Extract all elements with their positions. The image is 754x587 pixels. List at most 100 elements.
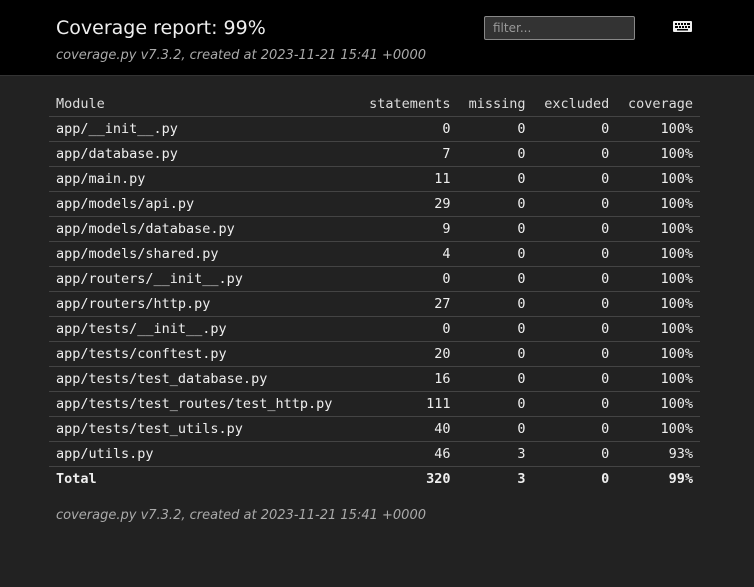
excluded-cell: 0 <box>532 391 617 417</box>
excluded-cell: 0 <box>532 416 617 442</box>
table-row[interactable]: app/tests/conftest.py 20 0 0 100% <box>49 341 700 367</box>
file-link[interactable]: app/main.py <box>49 166 357 192</box>
table-row[interactable]: app/tests/__init__.py 0 0 0 100% <box>49 316 700 342</box>
filter-input[interactable] <box>484 16 635 40</box>
file-link[interactable]: app/tests/conftest.py <box>49 341 357 367</box>
coverage-cell: 100% <box>616 191 700 217</box>
missing-cell: 0 <box>457 316 533 342</box>
file-link[interactable]: app/routers/http.py <box>49 291 357 317</box>
column-header-statements[interactable]: statements <box>356 92 458 117</box>
statements-cell: 29 <box>356 191 458 217</box>
table-row[interactable]: app/tests/test_utils.py 40 0 0 100% <box>49 416 700 442</box>
coverage-cell: 100% <box>616 166 700 192</box>
file-link[interactable]: app/models/database.py <box>49 216 357 242</box>
excluded-cell: 0 <box>532 216 617 242</box>
missing-cell: 0 <box>457 341 533 367</box>
table-row[interactable]: app/routers/__init__.py 0 0 0 100% <box>49 266 700 292</box>
missing-cell: 0 <box>457 291 533 317</box>
statements-cell: 40 <box>356 416 458 442</box>
table-row[interactable]: app/utils.py 46 3 0 93% <box>49 441 700 467</box>
excluded-cell: 0 <box>532 291 617 317</box>
coverage-cell: 100% <box>616 241 700 267</box>
total-excluded: 0 <box>601 471 610 487</box>
missing-cell: 0 <box>457 241 533 267</box>
statements-cell: 27 <box>356 291 458 317</box>
table-row[interactable]: app/tests/test_routes/test_http.py 111 0 0 1… <box>49 391 700 417</box>
coverage-cell: 100% <box>616 416 700 442</box>
total-label: Total <box>56 471 97 487</box>
coverage-cell: 100% <box>616 391 700 417</box>
table-row[interactable]: app/models/shared.py 4 0 0 100% <box>49 241 700 267</box>
excluded-cell: 0 <box>532 166 617 192</box>
coverage-cell: 100% <box>616 116 700 142</box>
file-link[interactable]: app/tests/test_utils.py <box>49 416 357 442</box>
statements-cell: 46 <box>356 441 458 467</box>
excluded-cell: 0 <box>532 441 617 467</box>
file-link[interactable]: app/utils.py <box>49 441 357 467</box>
statements-cell: 0 <box>356 116 458 142</box>
coverage-cell: 100% <box>616 316 700 342</box>
excluded-cell: 0 <box>532 141 617 167</box>
file-link[interactable]: app/__init__.py <box>49 116 357 142</box>
excluded-cell: 0 <box>532 191 617 217</box>
created-info: coverage.py v7.3.2, created at 2023-11-2… <box>56 48 426 63</box>
statements-cell: 11 <box>356 166 458 192</box>
excluded-cell: 0 <box>532 316 617 342</box>
coverage-table: Module statements missing excluded cover… <box>49 92 700 491</box>
table-row[interactable]: app/models/api.py 29 0 0 100% <box>49 191 700 217</box>
coverage-cell: 100% <box>616 216 700 242</box>
coverage-cell: 93% <box>616 441 700 467</box>
table-row[interactable]: app/routers/http.py 27 0 0 100% <box>49 291 700 317</box>
statements-cell: 7 <box>356 141 458 167</box>
missing-cell: 0 <box>457 191 533 217</box>
statements-cell: 9 <box>356 216 458 242</box>
file-link[interactable]: app/tests/test_routes/test_http.py <box>49 391 357 417</box>
table-row[interactable]: app/__init__.py 0 0 0 100% <box>49 116 700 142</box>
missing-cell: 0 <box>457 166 533 192</box>
statements-cell: 16 <box>356 366 458 392</box>
column-header-module[interactable]: Module <box>49 92 357 117</box>
total-row: Total 320 3 0 99% <box>49 467 700 492</box>
statements-cell: 0 <box>356 316 458 342</box>
excluded-cell: 0 <box>532 366 617 392</box>
file-link[interactable]: app/tests/test_database.py <box>49 366 357 392</box>
page-title: Coverage report: 99% <box>56 17 266 39</box>
coverage-cell: 100% <box>616 141 700 167</box>
total-coverage: 99% <box>668 471 693 487</box>
keyboard-icon[interactable] <box>673 21 692 32</box>
statements-cell: 4 <box>356 241 458 267</box>
table-row[interactable]: app/models/database.py 9 0 0 100% <box>49 216 700 242</box>
missing-cell: 0 <box>457 416 533 442</box>
coverage-cell: 100% <box>616 291 700 317</box>
statements-cell: 20 <box>356 341 458 367</box>
excluded-cell: 0 <box>532 341 617 367</box>
coverage-cell: 100% <box>616 366 700 392</box>
table-row[interactable]: app/database.py 7 0 0 100% <box>49 141 700 167</box>
missing-cell: 3 <box>457 441 533 467</box>
excluded-cell: 0 <box>532 266 617 292</box>
statements-cell: 0 <box>356 266 458 292</box>
column-header-coverage[interactable]: coverage <box>616 92 700 117</box>
table-row[interactable]: app/main.py 11 0 0 100% <box>49 166 700 192</box>
footer-created-info: coverage.py v7.3.2, created at 2023-11-2… <box>56 508 426 523</box>
missing-cell: 0 <box>457 216 533 242</box>
file-link[interactable]: app/models/api.py <box>49 191 357 217</box>
column-header-excluded[interactable]: excluded <box>532 92 617 117</box>
missing-cell: 0 <box>457 391 533 417</box>
column-header-missing[interactable]: missing <box>457 92 533 117</box>
file-link[interactable]: app/routers/__init__.py <box>49 266 357 292</box>
excluded-cell: 0 <box>532 116 617 142</box>
coverage-cell: 100% <box>616 341 700 367</box>
missing-cell: 0 <box>457 366 533 392</box>
missing-cell: 0 <box>457 116 533 142</box>
table-header-row: Module statements missing excluded cover… <box>49 92 700 117</box>
file-link[interactable]: app/tests/__init__.py <box>49 316 357 342</box>
table-body: app/__init__.py 0 0 0 100% app/database.py 7 0 0… <box>49 116 700 467</box>
file-link[interactable]: app/database.py <box>49 141 357 167</box>
missing-cell: 0 <box>457 266 533 292</box>
excluded-cell: 0 <box>532 241 617 267</box>
report-header: Coverage report: 99% coverage.py v7.3.2,… <box>0 0 754 76</box>
statements-cell: 111 <box>356 391 458 417</box>
file-link[interactable]: app/models/shared.py <box>49 241 357 267</box>
table-row[interactable]: app/tests/test_database.py 16 0 0 100% <box>49 366 700 392</box>
